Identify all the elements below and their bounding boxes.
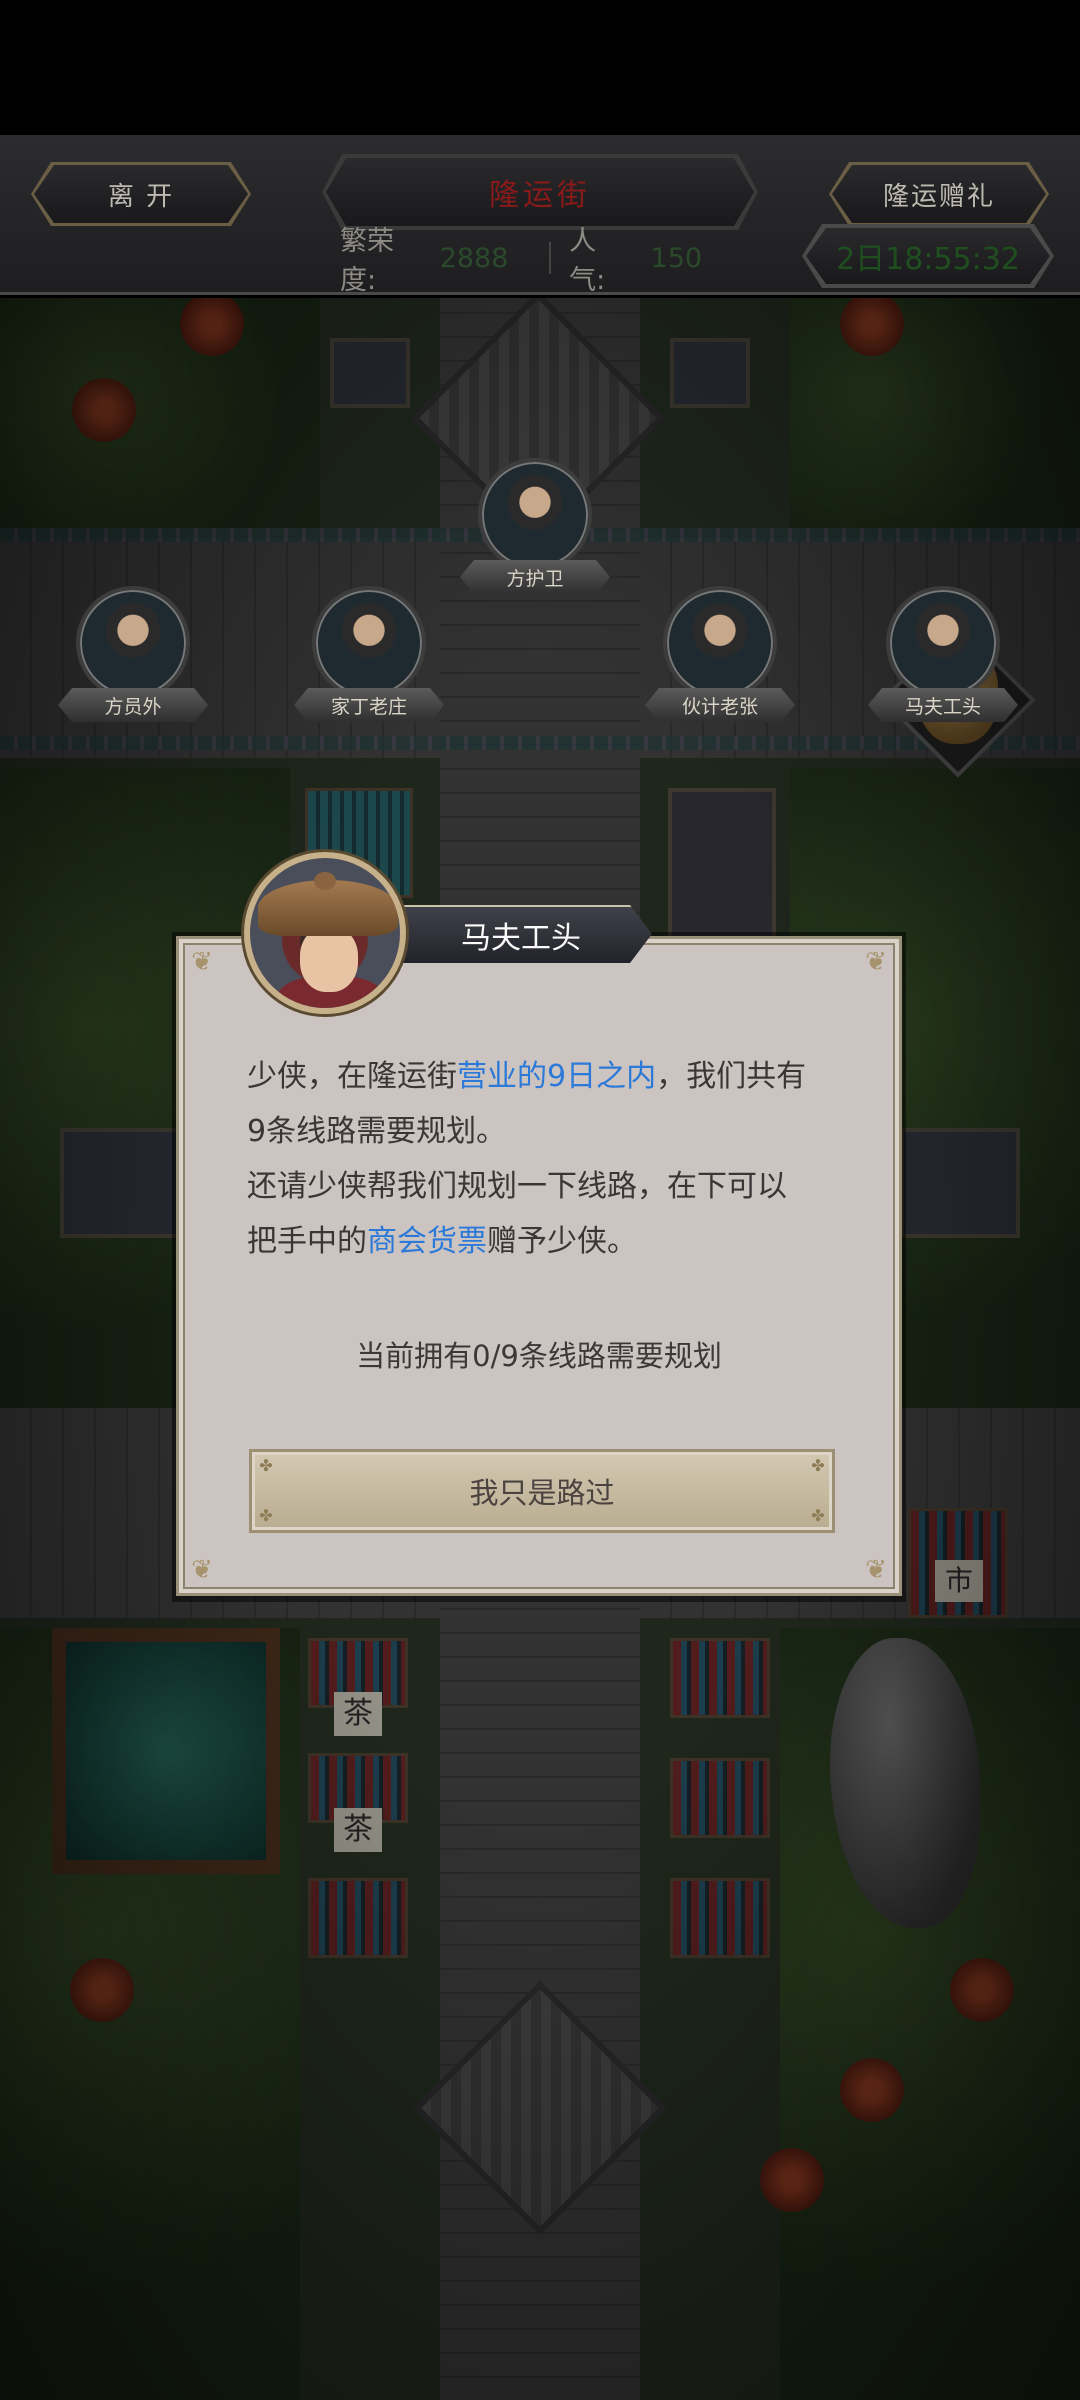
dialog-line-3: 还请少侠帮我们规划一下线路，在下可以 [247, 1169, 787, 1204]
dialog-line-2: 9条线路需要规划。 [247, 1114, 507, 1149]
just-passing-label: 我只是路过 [469, 1476, 615, 1510]
prosperity-label: 繁荣度: [340, 226, 394, 296]
corner-ornament: ❦ [191, 1555, 213, 1585]
leave-button[interactable]: 离 开 [34, 165, 248, 223]
npc-nameplate: 马夫工头 [868, 688, 1018, 722]
dialog-line-4: 把手中的商会货票赠予少侠。 [247, 1214, 847, 1269]
popularity-value: 150 [650, 242, 703, 274]
npc-servant-zhuang[interactable]: 家丁老庄 [294, 586, 444, 736]
npc-portrait [886, 586, 1000, 700]
button-corner: ✤ [259, 1506, 273, 1525]
npc-portrait [663, 586, 777, 700]
dialog-text-segment: 少侠，在隆运街 [247, 1059, 457, 1094]
npc-nameplate: 方护卫 [460, 560, 610, 594]
just-passing-button[interactable]: ✤ ✤ ✤ ✤ 我只是路过 [249, 1449, 835, 1533]
dialog-highlight-days: 营业的9日之内 [457, 1059, 657, 1094]
button-corner: ✤ [259, 1456, 273, 1475]
npc-nameplate: 伙计老张 [645, 688, 795, 722]
speaker-name-tag: 马夫工头 [380, 905, 652, 963]
street-stats: 繁荣度: 2888 人 气: 150 [340, 226, 760, 296]
stats-divider [549, 242, 552, 274]
dialog-line-1: 少侠，在隆运街营业的9日之内，我们共有 [247, 1049, 847, 1104]
npc-portrait [76, 586, 190, 700]
avatar-hat-top [314, 872, 336, 890]
npc-nameplate: 家丁老庄 [294, 688, 444, 722]
route-progress-text: 当前拥有0/9条线路需要规划 [356, 1339, 722, 1373]
speaker-avatar [244, 852, 406, 1014]
street-title: 隆运街 [326, 158, 754, 226]
npc-portrait [478, 458, 592, 572]
dialog-text-segment: 赠予少侠。 [487, 1224, 637, 1259]
npc-nameplate: 方员外 [58, 688, 208, 722]
status-bar [0, 0, 1080, 135]
dialog-highlight-ticket: 商会货票 [367, 1224, 487, 1259]
dialog-panel: ❦ ❦ ❦ ❦ 少侠，在隆运街营业的9日之内，我们共有 9条线路需要规划。 还请… [176, 936, 902, 1596]
popularity-label: 人 气: [569, 226, 606, 296]
prosperity-value: 2888 [439, 242, 509, 274]
dialog-text-segment: ，我们共有 [656, 1059, 807, 1094]
gift-button[interactable]: 隆运赠礼 [832, 165, 1046, 223]
speaker-name: 马夫工头 [461, 921, 581, 956]
button-corner: ✤ [811, 1506, 825, 1525]
corner-ornament: ❦ [865, 1555, 887, 1585]
dialog-text-segment: 把手中的 [247, 1224, 367, 1259]
corner-ornament: ❦ [191, 947, 213, 977]
countdown-timer: 2日18:55:32 [806, 228, 1050, 284]
npc-guard-fang[interactable]: 方护卫 [460, 458, 610, 608]
corner-ornament: ❦ [865, 947, 887, 977]
npc-squire-fang[interactable]: 方员外 [58, 586, 208, 736]
dialog-message: 少侠，在隆运街营业的9日之内，我们共有 9条线路需要规划。 还请少侠帮我们规划一… [247, 1049, 847, 1269]
npc-portrait [312, 586, 426, 700]
npc-groom-foreman[interactable]: 马夫工头 [868, 586, 1018, 736]
npc-clerk-zhang[interactable]: 伙计老张 [645, 586, 795, 736]
button-corner: ✤ [811, 1456, 825, 1475]
